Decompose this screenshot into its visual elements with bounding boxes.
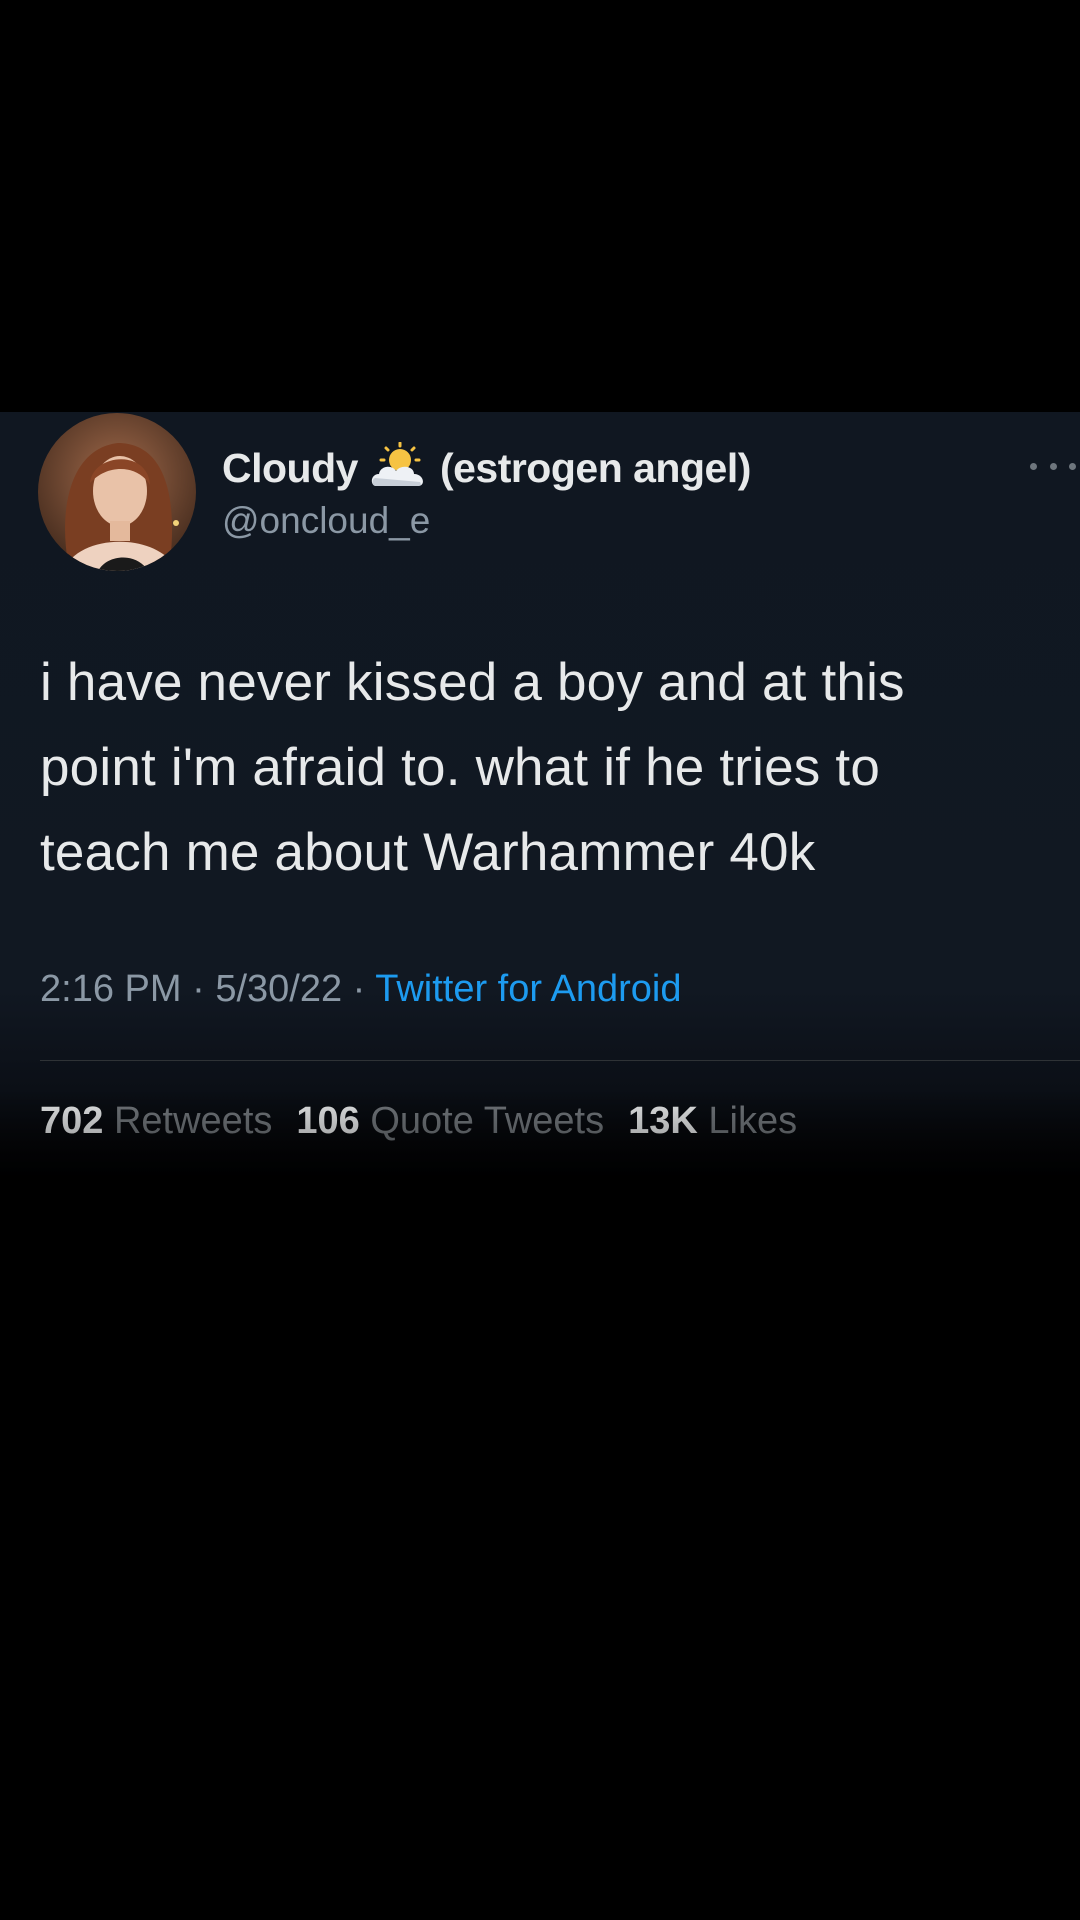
retweets-label: Retweets (113, 1100, 273, 1142)
likes-count: 13K (628, 1100, 698, 1142)
tweet-meta: 2:16 PM · 5/30/22 · Twitter for Android (40, 968, 681, 1011)
tweet-stats: 702 Retweets 106 Quote Tweets 13K Likes (40, 1100, 797, 1143)
more-dot-icon (1030, 462, 1037, 470)
likes-label: Likes (708, 1100, 798, 1142)
more-dot-icon (1069, 462, 1076, 470)
avatar[interactable] (38, 413, 196, 571)
more-options-button[interactable] (1030, 448, 1076, 484)
meta-separator: · (352, 968, 366, 1010)
display-name[interactable]: Cloudy (estrogen angel) (222, 440, 751, 496)
display-name-rest: (estrogen angel) (439, 444, 751, 491)
quote-tweets-label: Quote Tweets (370, 1100, 605, 1142)
retweets-count: 702 (40, 1100, 104, 1142)
quote-tweets-count: 106 (296, 1100, 360, 1142)
meta-separator: · (192, 968, 205, 1010)
tweet-text: i have never kissed a boy and at this po… (40, 653, 905, 882)
display-name-first: Cloudy (222, 444, 358, 491)
retweets-stat[interactable]: 702 Retweets (40, 1100, 272, 1142)
quote-tweets-stat[interactable]: 106 Quote Tweets (296, 1100, 604, 1142)
user-handle[interactable]: @oncloud_e (222, 500, 430, 542)
more-dot-icon (1049, 462, 1057, 470)
sun-behind-cloud-icon (370, 442, 428, 494)
tweet-date[interactable]: 5/30/22 (215, 968, 342, 1010)
tweet-time[interactable]: 2:16 PM (40, 968, 182, 1010)
avatar-image (38, 413, 196, 571)
divider (40, 1060, 1080, 1061)
likes-stat[interactable]: 13K Likes (628, 1100, 797, 1142)
tweet-source-link[interactable]: Twitter for Android (375, 968, 681, 1010)
